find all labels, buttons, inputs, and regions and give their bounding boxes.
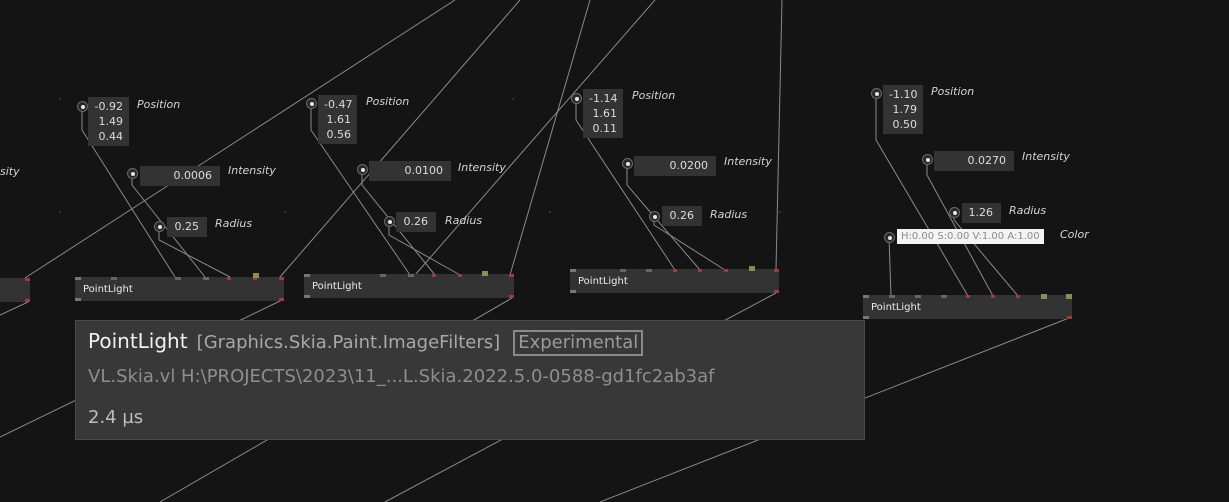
wire: [775, 0, 783, 270]
position-vector-input[interactable]: -1.14 1.61 0.11: [583, 89, 623, 138]
position-vector-input[interactable]: -1.10 1.79 0.50: [883, 85, 923, 134]
tooltip-document-path: VL.Skia.vl H:\PROJECTS\2023\11_...L.Skia…: [88, 366, 715, 387]
pointlight-node[interactable]: PointLight: [75, 273, 284, 301]
radius-input[interactable]: 0.26: [396, 212, 436, 232]
color-label: Color: [1060, 228, 1089, 241]
tooltip-category: [Graphics.Skia.Paint.ImageFilters]: [196, 332, 501, 353]
position-label: Position: [931, 85, 975, 98]
position-pin[interactable]: [571, 93, 582, 104]
pointlight-node[interactable]: PointLight: [863, 294, 1072, 319]
position-y: 1.79: [892, 103, 918, 116]
node-title: PointLight: [871, 302, 921, 313]
radius-input[interactable]: 1.26: [962, 203, 1001, 223]
position-z: 0.44: [98, 130, 124, 143]
wire: [888, 236, 892, 297]
pointlight-node[interactable]: PointLight: [304, 271, 514, 298]
position-y: 1.49: [98, 115, 124, 128]
intensity-label-partial: sity: [0, 165, 20, 178]
tooltip-header: PointLight [Graphics.Skia.Paint.ImageFil…: [88, 329, 644, 356]
intensity-pin[interactable]: [922, 154, 933, 165]
position-label: Position: [632, 89, 676, 102]
radius-label: Radius: [1009, 204, 1047, 217]
color-pin[interactable]: [884, 232, 895, 243]
intensity-input[interactable]: 0.0270: [934, 151, 1014, 171]
wire: [279, 0, 521, 278]
intensity-pin[interactable]: [127, 168, 138, 179]
radius-pin[interactable]: [949, 207, 960, 218]
position-y: 1.61: [592, 107, 618, 120]
intensity-pin[interactable]: [357, 164, 368, 175]
radius-input[interactable]: 0.26: [662, 206, 702, 226]
node-title: PointLight: [312, 281, 362, 292]
position-pin[interactable]: [77, 101, 88, 112]
wire: [0, 301, 29, 316]
pointlight-node[interactable]: PointLight: [570, 266, 779, 293]
intensity-input[interactable]: 0.0200: [634, 156, 716, 176]
position-z: 0.56: [326, 128, 352, 141]
intensity-input[interactable]: 0.0100: [369, 161, 451, 181]
position-vector-input[interactable]: -0.92 1.49 0.44: [88, 97, 129, 146]
position-z: 0.11: [592, 122, 618, 135]
radius-input[interactable]: 0.25: [167, 217, 207, 237]
position-label: Position: [137, 98, 181, 111]
position-pin[interactable]: [306, 98, 317, 109]
wire: [509, 0, 591, 276]
node-title: PointLight: [83, 284, 133, 295]
position-y: 1.61: [326, 113, 352, 126]
intensity-input[interactable]: 0.0006: [140, 166, 220, 186]
position-vector-input[interactable]: -0.47 1.61 0.56: [318, 95, 357, 144]
position-pin[interactable]: [871, 88, 882, 99]
intensity-pin[interactable]: [622, 158, 633, 169]
experimental-badge: Experimental: [513, 330, 644, 356]
position-x: -0.92: [94, 100, 123, 113]
intensity-label: Intensity: [1022, 150, 1070, 163]
position-label: Position: [366, 95, 410, 108]
intensity-label: Intensity: [458, 161, 506, 174]
radius-label: Radius: [215, 217, 253, 230]
radius-pin[interactable]: [384, 216, 395, 227]
radius-pin[interactable]: [649, 211, 660, 222]
color-input[interactable]: H:0.00 S:0.00 V:1.00 A:1.00: [897, 229, 1044, 244]
position-x: -1.10: [889, 88, 918, 101]
tooltip-timing: 2.4 µs: [88, 407, 144, 428]
intensity-label: Intensity: [228, 164, 276, 177]
position-x: -1.14: [589, 92, 618, 105]
node-title: PointLight: [578, 276, 628, 287]
position-z: 0.50: [892, 118, 918, 131]
node-tooltip: PointLight [Graphics.Skia.Paint.ImageFil…: [75, 320, 865, 440]
radius-label: Radius: [710, 208, 748, 221]
radius-pin[interactable]: [154, 221, 165, 232]
pointlight-node-partial[interactable]: [0, 278, 30, 302]
tooltip-node-name: PointLight: [88, 329, 188, 353]
position-x: -0.47: [324, 98, 353, 111]
radius-label: Radius: [445, 214, 483, 227]
intensity-label: Intensity: [724, 155, 772, 168]
